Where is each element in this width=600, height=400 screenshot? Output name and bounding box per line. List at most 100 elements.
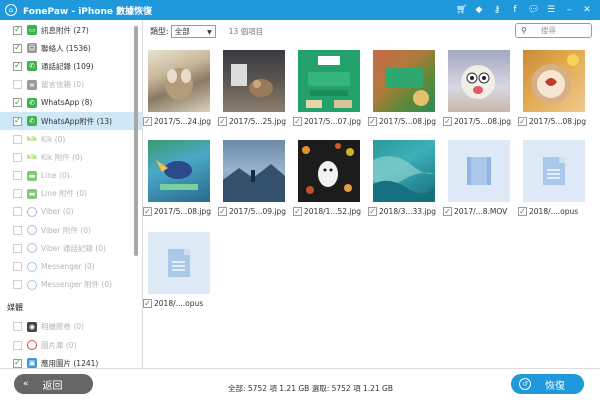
file-tile[interactable]: 2017/...8.MOV: [443, 140, 518, 216]
photo-thumbnail[interactable]: [223, 50, 285, 112]
checkbox[interactable]: [13, 358, 22, 368]
menu-icon[interactable]: ☰: [546, 5, 556, 15]
sidebar-item-viber-attachments[interactable]: Viber 附件 (0): [0, 221, 142, 239]
photo-thumbnail[interactable]: [298, 50, 360, 112]
checkbox[interactable]: [218, 207, 227, 216]
checkbox[interactable]: [13, 25, 22, 35]
audio-thumbnail[interactable]: [148, 232, 210, 294]
photo-thumbnail[interactable]: [448, 50, 510, 112]
sidebar-item-call-log[interactable]: ✆ 通話記錄 (109): [0, 57, 142, 75]
checkbox[interactable]: [293, 207, 302, 216]
checkbox[interactable]: [13, 262, 22, 272]
file-tile[interactable]: 2017/5...08.jpg: [143, 140, 218, 216]
call-log-icon: ✆: [27, 61, 37, 72]
photo-thumbnail[interactable]: [148, 50, 210, 112]
file-tile[interactable]: 2018/1...52.jpg: [293, 140, 368, 216]
recover-button[interactable]: ↺ 恢復: [511, 374, 584, 394]
sidebar-item-messenger[interactable]: Messenger (0): [0, 257, 142, 275]
register-key-icon[interactable]: ⚷: [492, 5, 502, 15]
checkbox[interactable]: [13, 61, 22, 71]
file-tile[interactable]: 2017/5...07.jpg: [293, 50, 368, 126]
sidebar-item-line-attachments[interactable]: ▬ Line 附件 (0): [0, 185, 142, 203]
checkbox[interactable]: [518, 117, 527, 126]
checkbox[interactable]: [443, 117, 452, 126]
sidebar-item-voicemail[interactable]: ∞ 留言信箱 (0): [0, 76, 142, 94]
file-tile[interactable]: 2017/5...24.jpg: [143, 50, 218, 126]
search-input[interactable]: 搜尋: [541, 25, 556, 36]
sidebar-item-photo-library[interactable]: 圖片庫 (0): [0, 336, 142, 354]
checkbox[interactable]: [13, 207, 22, 217]
diamond-icon[interactable]: ◆: [474, 5, 484, 15]
sidebar-item-label: Viber 通話記錄 (0): [41, 243, 106, 253]
back-button[interactable]: « 返回: [14, 374, 93, 394]
checkbox[interactable]: [443, 207, 452, 216]
file-tile[interactable]: 2018/....opus: [143, 232, 218, 308]
close-icon[interactable]: ✕: [582, 5, 592, 15]
photo-thumbnail[interactable]: [373, 140, 435, 202]
cart-icon[interactable]: 🛒︎: [456, 5, 467, 15]
file-tile[interactable]: 2018/....opus: [518, 140, 593, 216]
sidebar-item-whatsapp-attachments[interactable]: ✆ WhatsApp附件 (13): [0, 111, 142, 131]
checkbox[interactable]: [143, 207, 152, 216]
checkbox[interactable]: [13, 280, 22, 290]
checkbox[interactable]: [13, 225, 22, 235]
content-toolbar: 類型: 全部 ▼ 13 個項目 ⚲ 搜尋: [143, 20, 600, 42]
sidebar-item-camera-roll[interactable]: ◉ 相機膠卷 (0): [0, 318, 142, 336]
checkbox[interactable]: [13, 340, 22, 350]
file-tile[interactable]: 2017/5...25.jpg: [218, 50, 293, 126]
checkbox[interactable]: [218, 117, 227, 126]
checkbox[interactable]: [13, 243, 22, 253]
sidebar-item-label: Line 附件 (0): [41, 189, 88, 199]
checkbox[interactable]: [518, 207, 527, 216]
audio-thumbnail[interactable]: [523, 140, 585, 202]
checkbox[interactable]: [143, 117, 152, 126]
checkbox[interactable]: [13, 322, 22, 332]
search-box[interactable]: ⚲ 搜尋: [515, 23, 592, 38]
checkbox[interactable]: [13, 134, 22, 144]
checkbox[interactable]: [13, 116, 22, 126]
checkbox[interactable]: [368, 117, 377, 126]
checkbox[interactable]: [13, 171, 22, 181]
bird-photo-icon: [156, 160, 198, 190]
sidebar-item-app-photos[interactable]: ▣ 應用圖片 (1241): [0, 354, 142, 368]
sidebar-item-viber[interactable]: Viber (0): [0, 203, 142, 221]
checkbox[interactable]: [13, 189, 22, 199]
checkbox[interactable]: [13, 80, 22, 90]
photo-thumbnail[interactable]: [373, 50, 435, 112]
facebook-icon[interactable]: f: [510, 5, 520, 15]
file-tile[interactable]: 2017/5...08.jpg: [518, 50, 593, 126]
sidebar-item-label: 應用圖片 (1241): [41, 358, 99, 368]
file-name: 2017/5...24.jpg: [154, 117, 212, 126]
checkbox[interactable]: [13, 152, 22, 162]
sidebar-item-contacts[interactable]: ☺ 聯絡人 (1536): [0, 39, 142, 57]
file-tile[interactable]: 2017/5...09.jpg: [218, 140, 293, 216]
sidebar-item-message-attachments[interactable]: ▭ 訊息附件 (27): [0, 21, 142, 39]
photo-thumbnail[interactable]: [148, 140, 210, 202]
message-attachment-icon: ▭: [27, 25, 37, 36]
checkbox[interactable]: [13, 43, 22, 53]
photo-thumbnail[interactable]: [523, 50, 585, 112]
file-tile[interactable]: 2017/5...08.jpg: [443, 50, 518, 126]
photo-thumbnail[interactable]: [223, 140, 285, 202]
type-filter-select[interactable]: 全部 ▼: [170, 24, 216, 38]
sidebar-item-label: Kik (0): [41, 134, 66, 144]
minimize-icon[interactable]: –: [564, 5, 574, 15]
sidebar-item-whatsapp[interactable]: ✆ WhatsApp (8): [0, 94, 142, 112]
sidebar-item-line[interactable]: ▬ Line (0): [0, 167, 142, 185]
sidebar-scrollbar[interactable]: [134, 26, 138, 256]
file-tile[interactable]: 2018/3...33.jpg: [368, 140, 443, 216]
video-thumbnail[interactable]: [448, 140, 510, 202]
sidebar-item-viber-call-log[interactable]: Viber 通話記錄 (0): [0, 239, 142, 257]
sidebar-item-kik[interactable]: kik Kik (0): [0, 130, 142, 148]
sidebar-item-kik-attachments[interactable]: kik Kik 附件 (0): [0, 148, 142, 166]
photo-thumbnail[interactable]: [298, 140, 360, 202]
back-button-label: 返回: [42, 380, 63, 392]
chat-icon[interactable]: 💬︎: [528, 5, 539, 15]
checkbox[interactable]: [368, 207, 377, 216]
checkbox[interactable]: [293, 117, 302, 126]
file-tile[interactable]: 2017/5...08.jpg: [368, 50, 443, 126]
checkbox[interactable]: [143, 299, 152, 308]
file-grid: 2017/5...24.jpg 2017/5...25.jpg 2017/5..…: [143, 42, 600, 368]
sidebar-item-messenger-attachments[interactable]: Messenger 附件 (0): [0, 276, 142, 294]
checkbox[interactable]: [13, 98, 22, 108]
